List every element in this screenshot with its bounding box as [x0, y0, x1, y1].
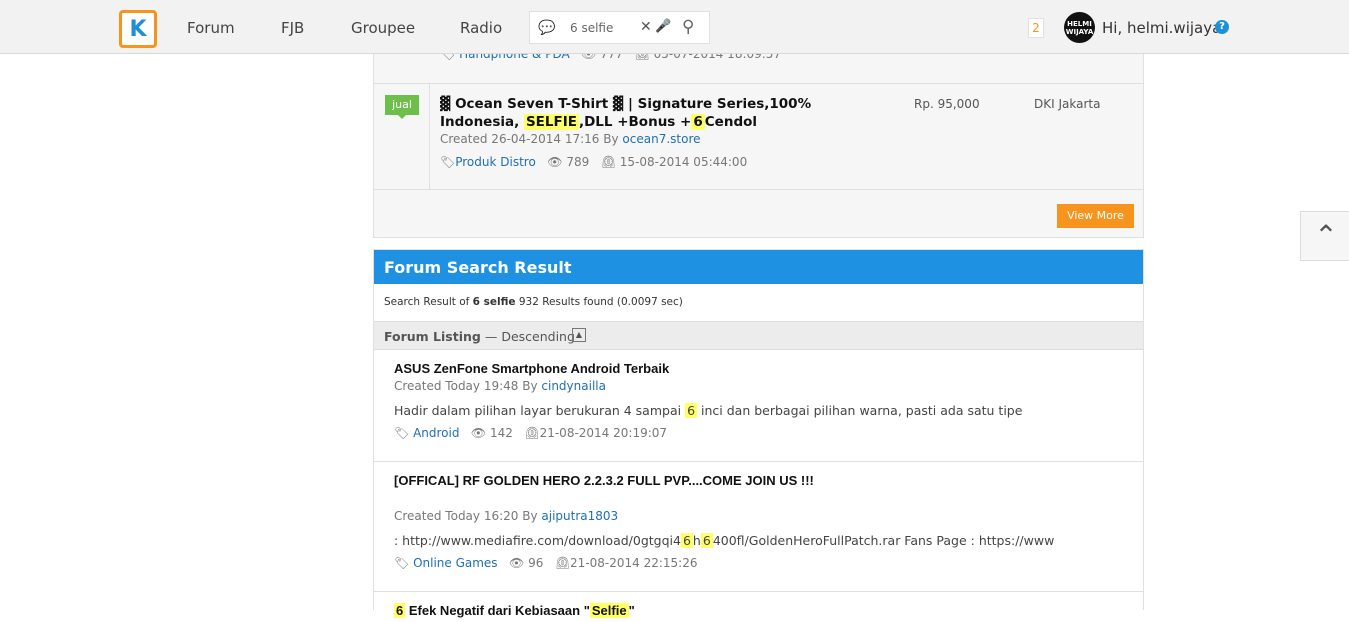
view-count: 142: [489, 426, 513, 440]
sort-toggle-icon[interactable]: ▲: [572, 328, 586, 342]
snippet-text: 400fl/GoldenHeroFullPatch.rar Fans Page …: [712, 533, 1055, 548]
category-link[interactable]: Android: [413, 426, 459, 440]
fjb-item-row[interactable]: jual ▓ Ocean Seven T-Shirt ▓ | Signature…: [374, 83, 1143, 190]
item-price: Rp. 95,000: [914, 97, 980, 111]
thread-item[interactable]: ASUS ZenFone Smartphone Android Terbaik …: [374, 350, 1143, 462]
thread-created: Created Today 16:20 By ajiputra1803: [394, 509, 618, 523]
highlight-term: 6: [691, 114, 705, 130]
listing-label: Forum Listing — Descending: [384, 329, 575, 344]
thread-meta: 🏷 Online Games 👁 96 ⏲21-08-2014 22:15:26: [394, 556, 698, 570]
thread-title[interactable]: ASUS ZenFone Smartphone Android Terbaik: [394, 361, 834, 377]
search-input[interactable]: [570, 12, 640, 43]
nav-fjb[interactable]: FJB: [281, 19, 304, 37]
chevron-up-icon: ⌃: [1314, 219, 1338, 252]
post-date: 15-08-2014 05:44:00: [619, 155, 748, 169]
author-link[interactable]: ajiputra1803: [541, 509, 618, 523]
created-text: Created 26-04-2014 17:16 By: [440, 132, 619, 146]
highlight-term: SELFIE: [523, 114, 579, 130]
forum-results-box: Forum Search Result Search Result of 6 s…: [373, 249, 1144, 622]
snippet-text: inci dan berbagai pilihan warna, pasti a…: [701, 403, 1023, 418]
search-icon[interactable]: ⚲: [682, 17, 694, 37]
search-box: 💬 ✕ 🎤 ⚲: [529, 11, 710, 44]
nav-forum[interactable]: Forum: [187, 19, 235, 37]
back-to-top-button[interactable]: ⌃: [1300, 211, 1349, 261]
author-link[interactable]: cindynailla: [541, 379, 606, 393]
highlight-term: Selfie: [589, 603, 629, 618]
views-icon: 👁: [470, 426, 487, 440]
tag-icon: 🏷: [394, 426, 410, 440]
highlight-term: 6: [700, 533, 713, 548]
microphone-icon[interactable]: 🎤: [655, 19, 671, 34]
snippet-text: : http://www.mediafire.com/download/0gtg…: [394, 533, 681, 548]
fjb-badge-column: jual: [374, 84, 430, 189]
summary-suffix: 932 Results found (0.0097 sec): [518, 296, 683, 308]
chat-bubbles-icon[interactable]: 💬: [538, 20, 555, 36]
fjb-item-title[interactable]: ▓ Ocean Seven T-Shirt ▓ | Signature Seri…: [440, 95, 880, 131]
clock-icon: ⏲: [600, 155, 616, 169]
highlight-term: 6: [680, 533, 693, 548]
nav-radio[interactable]: Radio: [460, 19, 502, 37]
title-text: Cendol: [704, 114, 758, 130]
listing-title: Forum Listing: [384, 329, 481, 344]
clock-icon: ⏲: [554, 556, 571, 570]
category-link[interactable]: Online Games: [413, 556, 498, 570]
clock-icon: ⏲: [524, 426, 540, 440]
views-icon: 👁: [509, 556, 525, 570]
listing-sort: — Descending: [484, 329, 575, 344]
highlight-term: 6: [394, 603, 406, 618]
views-icon: 👁: [547, 155, 563, 169]
snippet-text: h: [692, 533, 701, 548]
created-text: Created Today 19:48 By: [394, 379, 538, 393]
clear-icon[interactable]: ✕: [640, 19, 652, 35]
user-greeting[interactable]: Hi, helmi.wijaya: [1102, 19, 1221, 37]
thread-snippet: Hadir dalam pilihan layar berukuran 4 sa…: [394, 403, 1022, 418]
title-text: Efek Negatif dari Kebiasaan ": [408, 603, 590, 618]
results-header: Forum Search Result: [374, 250, 1143, 284]
jual-badge: jual: [385, 95, 419, 119]
title-text: ,DLL +Bonus +: [578, 114, 692, 130]
fjb-item-meta: 🏷Produk Distro 👁 789 ⏲ 15-08-2014 05:44:…: [440, 155, 747, 169]
tag-icon: 🏷: [440, 155, 456, 169]
item-location: DKI Jakarta: [1034, 97, 1101, 111]
avatar[interactable]: HELMI WIJAYA: [1064, 12, 1095, 43]
notification-count[interactable]: 2: [1028, 18, 1044, 38]
thread-title[interactable]: [OFFICAL] RF GOLDEN HERO 2.2.3.2 FULL PV…: [394, 473, 834, 489]
post-date: 21-08-2014 20:19:07: [539, 426, 668, 440]
tag-icon: 🏷: [394, 556, 410, 570]
nav-groupee[interactable]: Groupee: [351, 19, 415, 37]
thread-title[interactable]: 6 Efek Negatif dari Kebiasaan " Selfie ": [394, 603, 834, 619]
thread-item[interactable]: [OFFICAL] RF GOLDEN HERO 2.2.3.2 FULL PV…: [374, 462, 1143, 592]
thread-snippet: : http://www.mediafire.com/download/0gtg…: [394, 533, 1054, 548]
logo-text: K: [129, 16, 147, 42]
view-count: 789: [566, 155, 590, 169]
title-text: ": [628, 603, 635, 618]
author-link[interactable]: ocean7.store: [622, 132, 700, 146]
kaskus-logo[interactable]: K: [119, 10, 157, 48]
view-more-button[interactable]: View More: [1057, 204, 1134, 228]
thread-created: Created Today 19:48 By cindynailla: [394, 379, 606, 393]
thread-meta: 🏷 Android 👁 142 ⏲21-08-2014 20:19:07: [394, 426, 667, 440]
listing-bar: Forum Listing — Descending ▲: [374, 321, 1143, 350]
thread-item[interactable]: 6 Efek Negatif dari Kebiasaan " Selfie ": [374, 592, 1143, 622]
results-summary: Search Result of 6 selfie 932 Results fo…: [384, 296, 683, 308]
post-date: 21-08-2014 22:15:26: [570, 556, 698, 570]
summary-prefix: Search Result of: [384, 296, 470, 308]
fjb-item-created: Created 26-04-2014 17:16 By ocean7.store: [440, 132, 701, 146]
help-icon[interactable]: ?: [1215, 20, 1229, 34]
category-link[interactable]: Produk Distro: [455, 155, 536, 169]
created-text: Created Today 16:20 By: [394, 509, 538, 523]
view-count: 96: [528, 556, 544, 570]
snippet-text: Hadir dalam pilihan layar berukuran 4 sa…: [394, 403, 682, 418]
highlight-term: 6: [685, 403, 698, 418]
summary-query: 6 selfie: [472, 296, 516, 308]
top-navbar: K Forum FJB Groupee Radio 💬 ✕ 🎤 ⚲ 2 HELM…: [0, 0, 1349, 54]
